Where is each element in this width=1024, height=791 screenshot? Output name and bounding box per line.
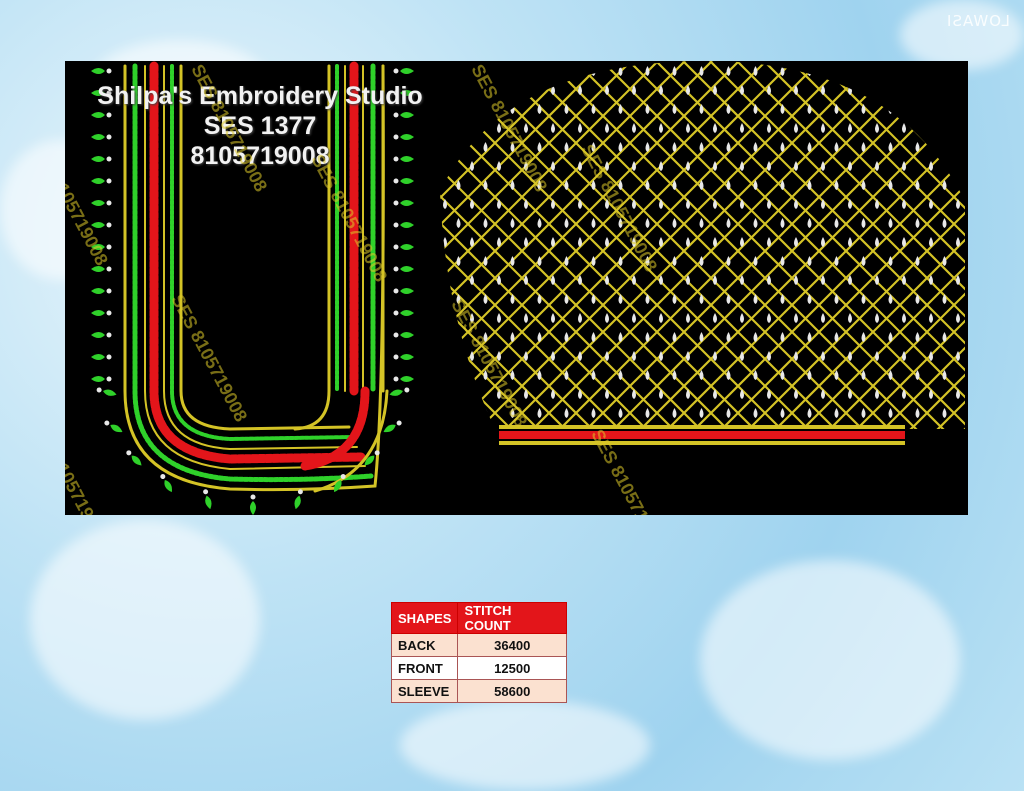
shape-cell: FRONT [390,656,459,680]
header-shapes: SHAPES [390,602,459,634]
count-cell: 12500 [457,656,567,680]
background-flower [700,560,960,760]
table-row: SLEEVE 58600 [390,679,567,703]
count-cell: 58600 [457,679,567,703]
corner-watermark: LOWASI [946,12,1010,30]
header-stitch-count: STITCH COUNT [457,602,567,634]
table-row: BACK 36400 [390,633,567,657]
background-flower [30,520,260,720]
studio-title-block: Shilpa's Embroidery Studio SES 1377 8105… [65,81,455,171]
table-row: FRONT 12500 [390,656,567,680]
background-flower [900,0,1024,70]
background-flower [400,700,650,790]
design-code: SES 1377 [203,112,317,140]
embroidery-design-panel: Shilpa's Embroidery Studio SES 1377 8105… [65,61,968,515]
shape-cell: BACK [390,633,459,657]
table-header-row: SHAPES STITCH COUNT [390,602,567,634]
sleeve-border-gold [499,441,905,445]
shape-cell: SLEEVE [390,679,459,703]
sleeve-border-red [499,431,905,439]
sleeve-border-gold [499,425,905,429]
count-cell: 36400 [457,633,567,657]
stitch-count-table: SHAPES STITCH COUNT BACK 36400 FRONT 125… [390,602,567,703]
studio-name: Shilpa's Embroidery Studio [97,82,423,110]
